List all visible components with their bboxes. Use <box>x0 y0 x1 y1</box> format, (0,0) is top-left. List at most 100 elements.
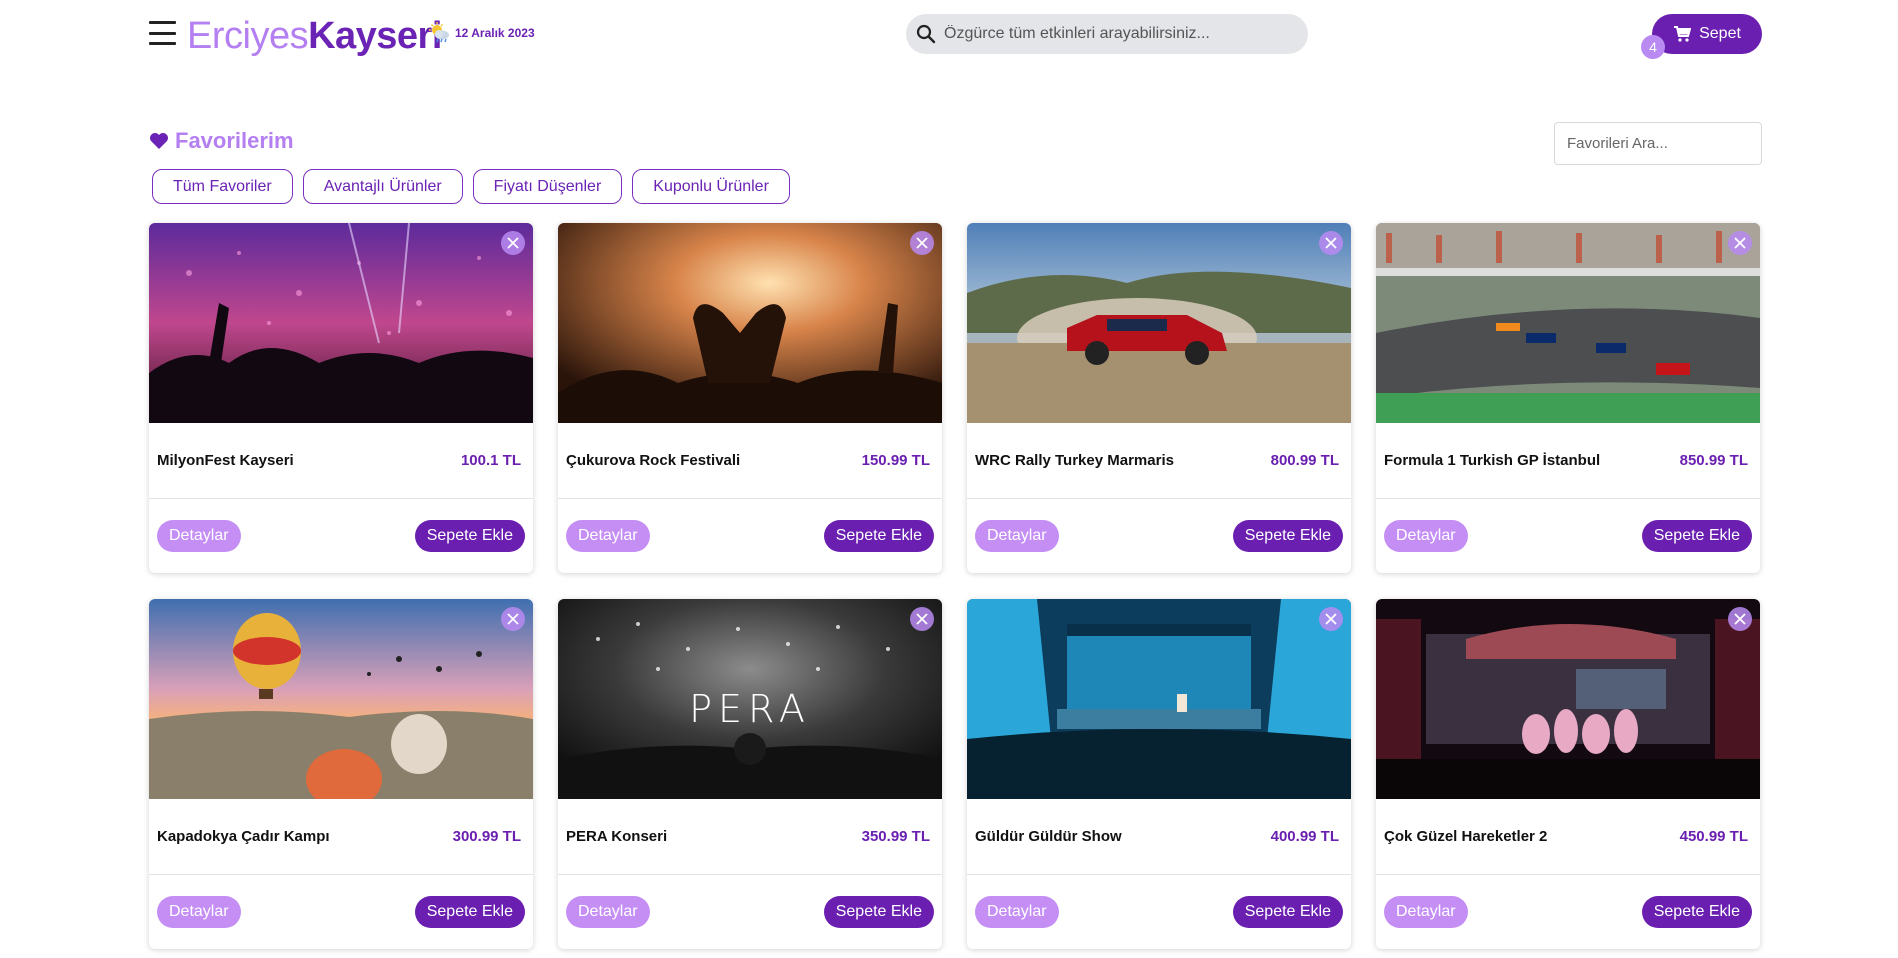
card-info: PERA Konseri 350.99 TL <box>558 799 942 875</box>
favorite-card: Formula 1 Turkish GP İstanbul 850.99 TL … <box>1376 223 1760 573</box>
event-name[interactable]: Güldür Güldür Show <box>975 828 1122 845</box>
add-to-cart-button[interactable]: Sepete Ekle <box>414 896 525 928</box>
heart-icon <box>150 133 168 149</box>
add-to-cart-button[interactable]: Sepete Ekle <box>1641 896 1752 928</box>
filter-coupon-products[interactable]: Kuponlu Ürünler <box>632 169 790 204</box>
card-actions: Detaylar Sepete Ekle <box>558 499 942 573</box>
favorite-card: Güldür Güldür Show 400.99 TL Detaylar Se… <box>967 599 1351 949</box>
close-icon <box>916 613 928 625</box>
close-icon <box>507 613 519 625</box>
event-image[interactable] <box>967 599 1351 799</box>
close-icon <box>1325 613 1337 625</box>
add-to-cart-button[interactable]: Sepete Ekle <box>1232 520 1343 552</box>
remove-favorite-button[interactable] <box>501 231 525 255</box>
card-info: WRC Rally Turkey Marmaris 800.99 TL <box>967 423 1351 499</box>
main-search-bar[interactable] <box>906 14 1308 54</box>
event-image[interactable] <box>149 599 533 799</box>
details-button[interactable]: Detaylar <box>157 896 241 928</box>
add-to-cart-button[interactable]: Sepete Ekle <box>1232 896 1343 928</box>
pera-logo-text: PERA <box>689 687 811 731</box>
favorite-card: Kapadokya Çadır Kampı 300.99 TL Detaylar… <box>149 599 533 949</box>
remove-favorite-button[interactable] <box>910 231 934 255</box>
remove-favorite-button[interactable] <box>1319 607 1343 631</box>
add-to-cart-button[interactable]: Sepete Ekle <box>823 520 934 552</box>
add-to-cart-button[interactable]: Sepete Ekle <box>414 520 525 552</box>
event-price: 800.99 TL <box>1270 452 1339 469</box>
card-info: MilyonFest Kayseri 100.1 TL <box>149 423 533 499</box>
event-name[interactable]: Formula 1 Turkish GP İstanbul <box>1384 452 1600 469</box>
shopping-cart-icon <box>1674 26 1692 42</box>
favorite-card: WRC Rally Turkey Marmaris 800.99 TL Deta… <box>967 223 1351 573</box>
event-name[interactable]: MilyonFest Kayseri <box>157 452 294 469</box>
details-button[interactable]: Detaylar <box>975 520 1059 552</box>
remove-favorite-button[interactable] <box>1728 607 1752 631</box>
event-price: 150.99 TL <box>861 452 930 469</box>
weather-sun-cloud-icon <box>429 22 449 43</box>
details-button[interactable]: Detaylar <box>1384 896 1468 928</box>
close-icon <box>1734 613 1746 625</box>
event-price: 450.99 TL <box>1679 828 1748 845</box>
card-info: Güldür Güldür Show 400.99 TL <box>967 799 1351 875</box>
favorites-grid: MilyonFest Kayseri 100.1 TL Detaylar Sep… <box>149 223 1760 949</box>
add-to-cart-button[interactable]: Sepete Ekle <box>1641 520 1752 552</box>
details-button[interactable]: Detaylar <box>975 896 1059 928</box>
favorites-heading: Favorilerim <box>149 128 294 154</box>
details-button[interactable]: Detaylar <box>566 520 650 552</box>
close-icon <box>1734 237 1746 249</box>
event-name[interactable]: PERA Konseri <box>566 828 667 845</box>
favorite-card: Çok Güzel Hareketler 2 450.99 TL Detayla… <box>1376 599 1760 949</box>
favorites-search-input[interactable] <box>1554 122 1762 165</box>
remove-favorite-button[interactable] <box>1319 231 1343 255</box>
event-name[interactable]: Çok Güzel Hareketler 2 <box>1384 828 1547 845</box>
event-price: 850.99 TL <box>1679 452 1748 469</box>
event-price: 400.99 TL <box>1270 828 1339 845</box>
filter-price-dropped[interactable]: Fiyatı Düşenler <box>472 169 623 204</box>
favorite-card: Çukurova Rock Festivali 150.99 TL Detayl… <box>558 223 942 573</box>
event-name[interactable]: Kapadokya Çadır Kampı <box>157 828 330 845</box>
card-actions: Detaylar Sepete Ekle <box>967 875 1351 949</box>
event-image[interactable] <box>1376 599 1760 799</box>
event-price: 300.99 TL <box>452 828 521 845</box>
event-image[interactable] <box>967 223 1351 423</box>
close-icon <box>507 237 519 249</box>
card-actions: Detaylar Sepete Ekle <box>967 499 1351 573</box>
card-actions: Detaylar Sepete Ekle <box>149 875 533 949</box>
details-button[interactable]: Detaylar <box>566 896 650 928</box>
hamburger-menu-icon[interactable] <box>149 21 176 45</box>
close-icon <box>1325 237 1337 249</box>
event-image[interactable]: PERA <box>558 599 942 799</box>
cart-count-badge: 4 <box>1641 35 1665 59</box>
site-logo[interactable]: ErciyesKayseri <box>187 14 442 58</box>
details-button[interactable]: Detaylar <box>157 520 241 552</box>
card-actions: Detaylar Sepete Ekle <box>1376 875 1760 949</box>
top-header: ErciyesKayseri 12 Aralık 2023 Sepet 4 <box>0 0 1898 80</box>
card-actions: Detaylar Sepete Ekle <box>1376 499 1760 573</box>
filter-advantageous-products[interactable]: Avantajlı Ürünler <box>302 169 463 204</box>
remove-favorite-button[interactable] <box>910 607 934 631</box>
cart-button[interactable]: Sepet <box>1652 14 1762 54</box>
cart-label: Sepet <box>1699 25 1741 42</box>
card-info: Çok Güzel Hareketler 2 450.99 TL <box>1376 799 1760 875</box>
event-price: 100.1 TL <box>460 452 521 469</box>
filter-all-favorites[interactable]: Tüm Favoriler <box>152 169 293 204</box>
remove-favorite-button[interactable] <box>501 607 525 631</box>
card-info: Çukurova Rock Festivali 150.99 TL <box>558 423 942 499</box>
event-name[interactable]: Çukurova Rock Festivali <box>566 452 740 469</box>
event-image[interactable] <box>1376 223 1760 423</box>
logo-light-text: Erciyes <box>187 15 309 57</box>
event-name[interactable]: WRC Rally Turkey Marmaris <box>975 452 1174 469</box>
remove-favorite-button[interactable] <box>1728 231 1752 255</box>
event-image[interactable] <box>149 223 533 423</box>
weather-date: 12 Aralık 2023 <box>429 22 535 44</box>
card-actions: Detaylar Sepete Ekle <box>149 499 533 573</box>
current-date: 12 Aralık 2023 <box>455 26 535 40</box>
card-info: Kapadokya Çadır Kampı 300.99 TL <box>149 799 533 875</box>
event-image[interactable] <box>558 223 942 423</box>
main-search-input[interactable] <box>944 25 1284 43</box>
card-info: Formula 1 Turkish GP İstanbul 850.99 TL <box>1376 423 1760 499</box>
search-icon <box>916 24 936 44</box>
favorites-title: Favorilerim <box>175 128 294 153</box>
add-to-cart-button[interactable]: Sepete Ekle <box>823 896 934 928</box>
details-button[interactable]: Detaylar <box>1384 520 1468 552</box>
favorites-filter-bar: Tüm Favoriler Avantajlı Ürünler Fiyatı D… <box>152 169 790 204</box>
